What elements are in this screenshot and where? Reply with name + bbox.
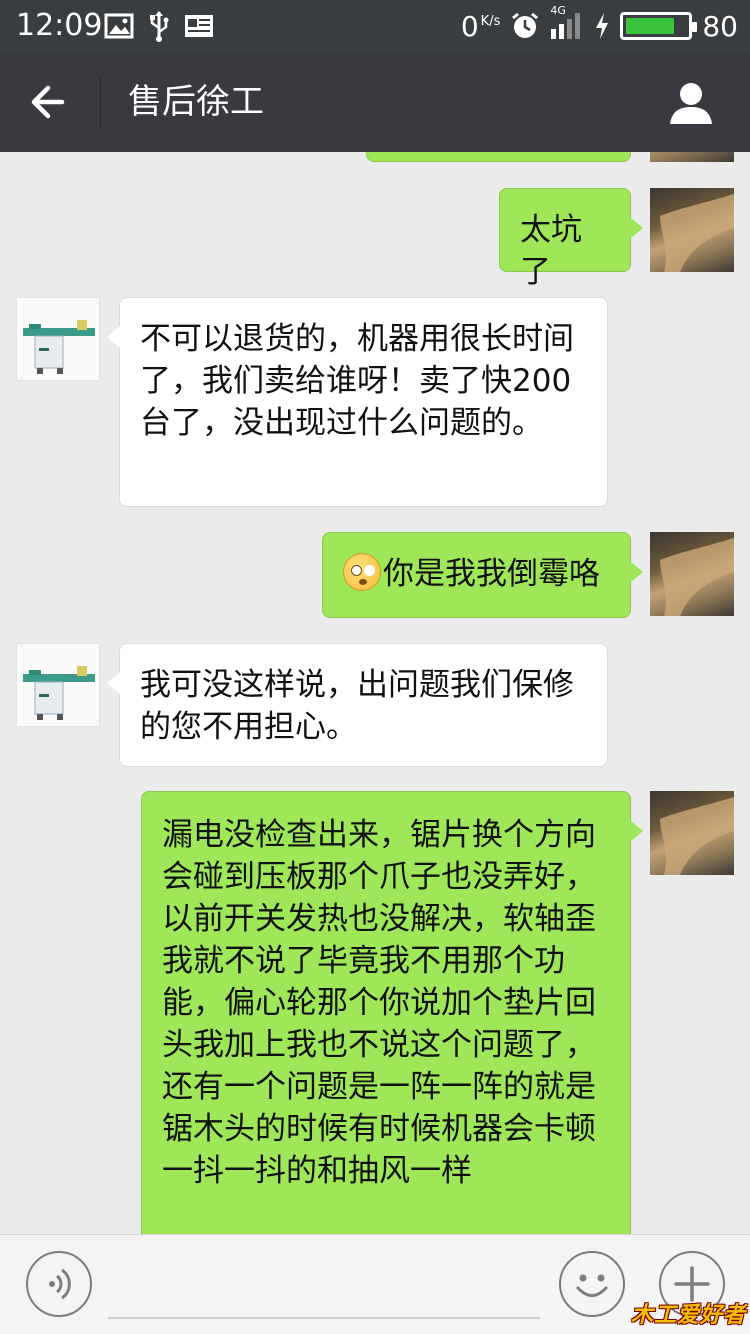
message-text: 不可以退货的，机器用很长时间了，我们卖给谁呀！卖了快200台了，没出现过什么问题… [140, 321, 574, 441]
alarm-icon [510, 11, 540, 41]
back-button[interactable] [26, 80, 76, 124]
previous-message-bubble[interactable] [366, 152, 631, 162]
message-input[interactable] [108, 1317, 540, 1319]
usb-icon [148, 10, 170, 42]
network-speed: 0 K/s [460, 9, 501, 43]
my-avatar[interactable] [650, 791, 734, 875]
message-bubble-received[interactable]: 我可没这样说，出问题我们保修的您不用担心。 [107, 643, 608, 767]
message-text: 你是我我倒霉咯 [383, 556, 600, 592]
status-bar: 12:09 0 K/s 4G 80 [0, 0, 750, 52]
news-icon [184, 13, 214, 39]
forum-watermark: 木工爱好者 [630, 1303, 746, 1328]
status-time: 12:09 [16, 8, 103, 43]
contact-avatar[interactable] [16, 643, 100, 727]
battery-level: 80 [702, 9, 738, 43]
message-text: 太坑了 [520, 212, 582, 290]
message-bubble-sent[interactable]: 漏电没检查出来，锯片换个方向会碰到压板那个爪子也没弄好，以前开关发热也没解决，软… [141, 791, 643, 1234]
chat-header: 售后徐工 [0, 52, 750, 152]
battery-fill [626, 18, 675, 34]
voice-input-button[interactable] [26, 1251, 92, 1317]
contact-avatar[interactable] [16, 297, 100, 381]
message-bubble-sent[interactable]: 太坑了 [499, 188, 643, 290]
header-divider [100, 76, 101, 128]
emoji-button[interactable] [559, 1251, 625, 1317]
smiley-icon [576, 1274, 608, 1297]
dizzy-face-emoji-icon [343, 553, 381, 591]
chat-scroll-area[interactable]: 太坑了 不可以退货的，机器用很长时间了，我们卖给谁呀！卖了快200台了，没出现过… [0, 152, 750, 1234]
arrow-left-icon [31, 85, 65, 119]
contact-profile-button[interactable] [668, 80, 714, 126]
battery-icon [620, 12, 698, 40]
status-right-group: 0 K/s 4G 80 [460, 5, 738, 46]
my-avatar[interactable] [650, 532, 734, 616]
notification-icons [104, 10, 214, 42]
my-avatar[interactable] [650, 152, 734, 162]
image-icon [104, 13, 134, 39]
message-bubble-sent[interactable]: 你是我我倒霉咯 [322, 532, 643, 618]
person-icon [670, 83, 712, 124]
charging-icon [594, 12, 610, 40]
input-toolbar: 木工爱好者 [0, 1234, 750, 1334]
my-avatar[interactable] [650, 188, 734, 272]
voice-icon [49, 1268, 71, 1300]
message-bubble-received[interactable]: 不可以退货的，机器用很长时间了，我们卖给谁呀！卖了快200台了，没出现过什么问题… [107, 297, 608, 507]
signal-icon: 4G [550, 5, 584, 41]
chat-title: 售后徐工 [128, 82, 264, 122]
message-text: 我可没这样说，出问题我们保修的您不用担心。 [140, 667, 574, 745]
message-text: 漏电没检查出来，锯片换个方向会碰到压板那个爪子也没弄好，以前开关发热也没解决，软… [162, 817, 596, 1189]
